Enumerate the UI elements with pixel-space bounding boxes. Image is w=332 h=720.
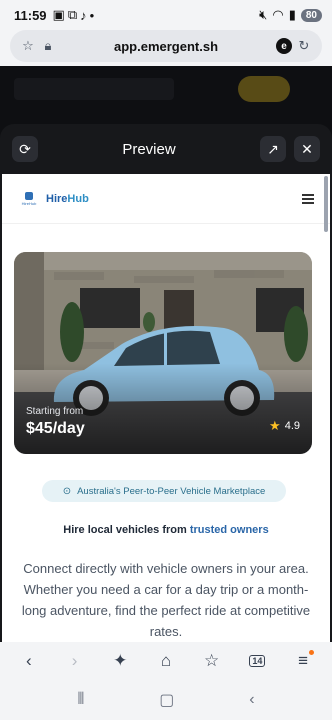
bookmarks-button[interactable]: ☆ bbox=[197, 646, 227, 676]
tabs-button[interactable]: 14 bbox=[242, 646, 272, 676]
tagline-highlight: trusted owners bbox=[189, 524, 269, 536]
close-button[interactable]: ✕ bbox=[294, 136, 320, 162]
status-time: 11:59 bbox=[14, 7, 47, 23]
star-list-icon: ☆ bbox=[204, 651, 220, 670]
url-text[interactable]: app.emergent.sh bbox=[58, 39, 274, 54]
brand-name[interactable]: HireHub bbox=[46, 193, 89, 205]
home-nav-button[interactable]: ▢ bbox=[159, 690, 174, 710]
wifi-icon: ◠ bbox=[272, 7, 284, 22]
refresh-icon: ⟳ bbox=[19, 140, 31, 157]
hero-tagline: Hire local vehicles from trusted owners bbox=[2, 524, 330, 536]
lock-icon: 🔒︎ bbox=[44, 38, 52, 53]
preview-modal-header: ⟳ Preview ↗ ✕ bbox=[0, 124, 332, 174]
mute-icon: 🔇︎ bbox=[259, 7, 268, 22]
preview-modal: ⟳ Preview ↗ ✕ HireHub HireHub Starting f… bbox=[0, 124, 332, 642]
recent-apps-button[interactable]: ⦀ bbox=[77, 691, 84, 709]
signal-icon: ▮ bbox=[288, 7, 296, 22]
address-bar[interactable]: ☆ 🔒︎ app.emergent.sh e ↻ bbox=[10, 30, 322, 62]
hero-vehicle-card[interactable]: Starting from $45/day ★ 4.9 bbox=[14, 252, 312, 454]
system-nav-bar: ⦀ ▢ ‹ bbox=[0, 680, 332, 720]
scrollbar[interactable] bbox=[324, 176, 328, 232]
browser-address-area: ☆ 🔒︎ app.emergent.sh e ↻ bbox=[0, 30, 332, 66]
chevron-right-icon: › bbox=[71, 651, 78, 670]
close-icon: ✕ bbox=[301, 140, 313, 157]
refresh-button[interactable]: ⟳ bbox=[12, 136, 38, 162]
rating-badge: ★ 4.9 bbox=[269, 418, 300, 434]
open-external-button[interactable]: ↗ bbox=[260, 136, 286, 162]
home-icon: ⌂ bbox=[160, 651, 172, 670]
price-per-day: $45/day bbox=[26, 420, 85, 437]
star-icon: ★ bbox=[269, 418, 281, 433]
browser-toolbar: ‹ › ✦ ⌂ ☆ 14 ≡ bbox=[0, 642, 332, 680]
notification-icons: ▣ ⧉ ♪ • bbox=[53, 7, 95, 23]
bookmark-star-icon[interactable]: ☆ bbox=[18, 38, 38, 54]
status-bar: 11:59 ▣ ⧉ ♪ • 🔇︎ ◠ ▮ 80 bbox=[0, 0, 332, 30]
reload-icon[interactable]: ↻ bbox=[294, 38, 314, 54]
back-nav-button[interactable]: ‹ bbox=[249, 691, 254, 709]
brand-part-hub: Hub bbox=[67, 192, 89, 205]
rating-value: 4.9 bbox=[284, 420, 300, 432]
brand-part-hire: Hire bbox=[46, 192, 68, 205]
forward-button[interactable]: › bbox=[60, 646, 90, 676]
home-button[interactable]: ⌂ bbox=[151, 646, 181, 676]
blurred-button bbox=[238, 76, 290, 102]
tabs-count: 14 bbox=[249, 655, 266, 667]
hirehub-logo-icon[interactable]: HireHub bbox=[18, 191, 40, 206]
marketplace-badge-text: Australia's Peer-to-Peer Vehicle Marketp… bbox=[77, 485, 266, 497]
chevron-left-icon: ‹ bbox=[26, 651, 32, 670]
notification-dot bbox=[309, 650, 315, 655]
sparkle-icon: ✦ bbox=[113, 651, 128, 670]
hero-description: Connect directly with vehicle owners in … bbox=[21, 561, 311, 639]
battery-level: 80 bbox=[300, 8, 322, 22]
dot-icon: • bbox=[89, 7, 95, 23]
location-pin-icon: ⊙ bbox=[62, 485, 72, 497]
preview-title: Preview bbox=[122, 140, 176, 158]
site-header: HireHub HireHub bbox=[2, 174, 330, 224]
menu-icon: ≡ bbox=[298, 651, 309, 670]
gallery-icon: ▣ bbox=[52, 7, 65, 22]
back-button[interactable]: ‹ bbox=[14, 646, 44, 676]
hamburger-menu-icon[interactable] bbox=[302, 193, 314, 204]
assistant-button[interactable]: ✦ bbox=[105, 646, 135, 676]
starting-from-label: Starting from bbox=[26, 406, 84, 417]
menu-button[interactable]: ≡ bbox=[288, 646, 318, 676]
preview-frame: HireHub HireHub Starting from $45/day ★ … bbox=[2, 174, 330, 642]
tiktok-icon: ♪ bbox=[80, 7, 87, 23]
arrow-up-right-icon: ↗ bbox=[267, 140, 279, 157]
blurred-header bbox=[14, 78, 174, 100]
emergent-extension-icon[interactable]: e bbox=[274, 38, 294, 54]
marketplace-badge: ⊙ Australia's Peer-to-Peer Vehicle Marke… bbox=[42, 480, 286, 502]
screenshot-icon: ⧉ bbox=[67, 7, 78, 22]
tagline-text: Hire local vehicles from bbox=[63, 524, 190, 536]
